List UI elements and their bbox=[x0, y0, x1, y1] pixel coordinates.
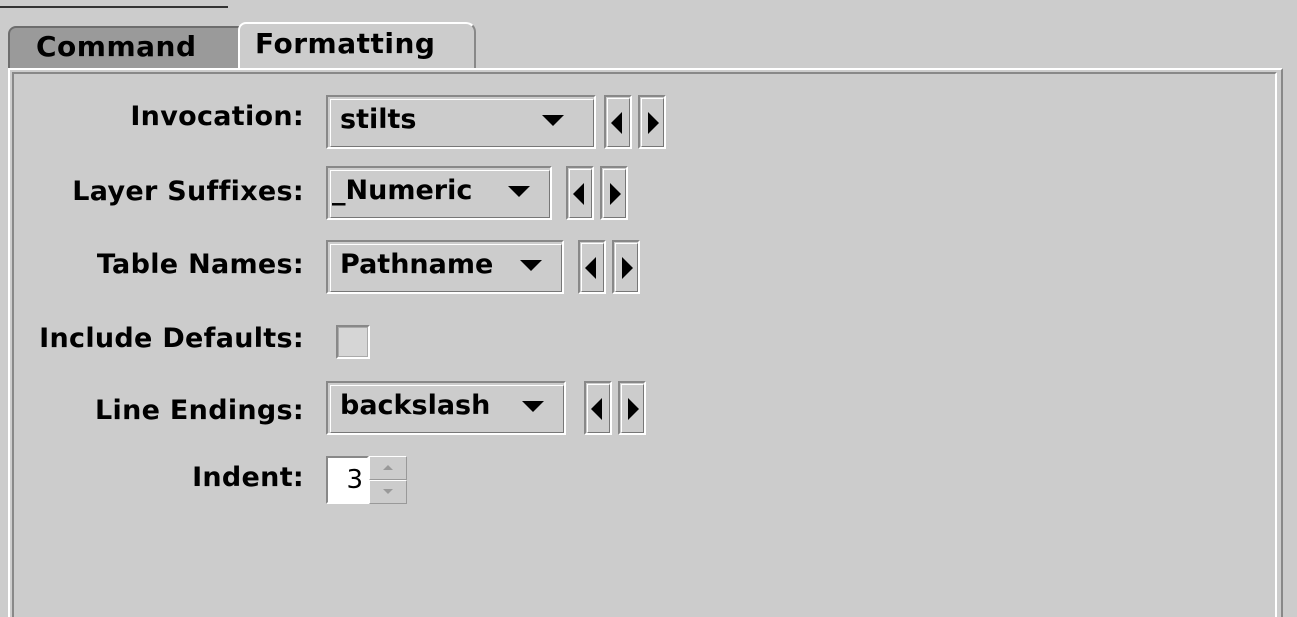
indent-decrement-button[interactable] bbox=[369, 480, 407, 504]
line-endings-next-button[interactable] bbox=[618, 381, 646, 435]
layer-suffixes-combo[interactable]: _Numeric bbox=[326, 166, 552, 220]
tab-formatting[interactable]: Formatting bbox=[238, 22, 476, 68]
triangle-left-icon bbox=[591, 398, 602, 420]
indent-label: Indent: bbox=[192, 462, 304, 493]
chevron-down-icon bbox=[508, 186, 530, 197]
chevron-down-icon bbox=[542, 115, 564, 126]
tab-formatting-label: Formatting bbox=[255, 27, 436, 60]
indent-field[interactable]: 3 bbox=[326, 456, 369, 504]
formatting-window: Command Formatting Invocation: stilts La… bbox=[0, 0, 1297, 617]
caret-down-icon bbox=[383, 489, 393, 494]
layer-suffixes-value: _Numeric bbox=[332, 175, 473, 206]
tab-command[interactable]: Command bbox=[8, 26, 254, 68]
invocation-label: Invocation: bbox=[130, 101, 304, 132]
include-defaults-checkbox-face bbox=[338, 327, 368, 357]
table-names-label: Table Names: bbox=[96, 249, 304, 280]
line-endings-label: Line Endings: bbox=[95, 395, 304, 426]
invocation-stepper[interactable] bbox=[604, 95, 668, 149]
indent-increment-button[interactable] bbox=[369, 456, 407, 480]
include-defaults-label: Include Defaults: bbox=[39, 323, 304, 354]
triangle-right-icon bbox=[628, 398, 639, 420]
indent-spinner[interactable]: 3 bbox=[326, 456, 410, 504]
table-names-combo[interactable]: Pathname bbox=[326, 240, 564, 294]
top-divider bbox=[0, 0, 228, 8]
line-endings-combo[interactable]: backslash bbox=[326, 381, 566, 435]
line-endings-prev-button[interactable] bbox=[584, 381, 612, 435]
chevron-down-icon bbox=[520, 260, 542, 271]
line-endings-value: backslash bbox=[340, 390, 491, 421]
table-names-stepper[interactable] bbox=[578, 240, 642, 294]
caret-up-icon bbox=[383, 465, 393, 470]
invocation-next-button[interactable] bbox=[638, 95, 666, 149]
triangle-left-icon bbox=[611, 112, 622, 134]
include-defaults-checkbox[interactable] bbox=[336, 325, 370, 359]
invocation-value: stilts bbox=[340, 104, 417, 135]
layer-suffixes-stepper[interactable] bbox=[566, 166, 630, 220]
layer-suffixes-label: Layer Suffixes: bbox=[72, 176, 304, 207]
table-names-next-button[interactable] bbox=[612, 240, 640, 294]
chevron-down-icon bbox=[522, 401, 544, 412]
tab-command-label: Command bbox=[36, 30, 197, 63]
triangle-right-icon bbox=[610, 183, 621, 205]
line-endings-stepper[interactable] bbox=[584, 381, 648, 435]
triangle-left-icon bbox=[573, 183, 584, 205]
table-names-value: Pathname bbox=[340, 249, 494, 280]
triangle-right-icon bbox=[648, 112, 659, 134]
layer-suffixes-prev-button[interactable] bbox=[566, 166, 594, 220]
triangle-left-icon bbox=[585, 257, 596, 279]
triangle-right-icon bbox=[622, 257, 633, 279]
layer-suffixes-next-button[interactable] bbox=[600, 166, 628, 220]
invocation-prev-button[interactable] bbox=[604, 95, 632, 149]
invocation-combo[interactable]: stilts bbox=[326, 95, 596, 149]
table-names-prev-button[interactable] bbox=[578, 240, 606, 294]
